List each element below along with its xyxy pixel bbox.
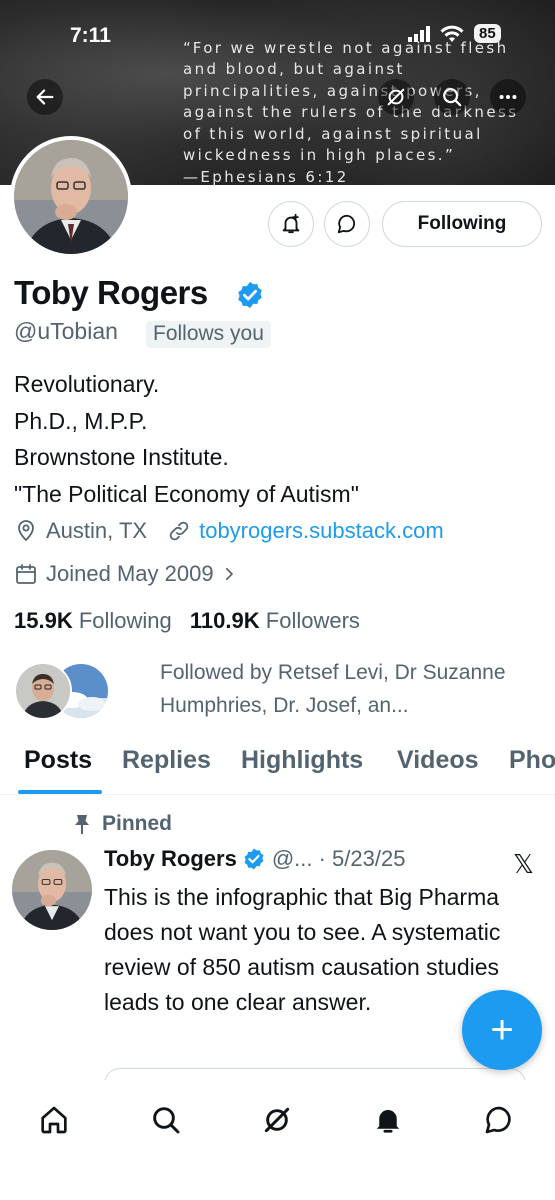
followers-label: Followers: [265, 608, 360, 633]
search-profile-button[interactable]: [434, 79, 470, 115]
verified-badge-icon: [238, 281, 262, 309]
following-label: Following: [78, 608, 172, 633]
bell-icon: [376, 1110, 400, 1133]
back-arrow-icon: [36, 89, 54, 105]
status-time: 7:11: [70, 24, 111, 47]
chat-bubble-icon: [337, 214, 356, 234]
nav-search[interactable]: [146, 1100, 186, 1140]
tab-replies[interactable]: Replies: [122, 746, 211, 775]
battery-indicator: 85: [474, 24, 501, 43]
bio-line: Ph.D., M.P.P.: [14, 407, 148, 434]
follower-avatar[interactable]: [14, 662, 72, 720]
grok-icon: [387, 88, 405, 106]
post-meta: @... · 5/23/25: [271, 846, 406, 871]
active-tab-indicator: [18, 790, 102, 794]
pinned-indicator: Pinned: [72, 812, 172, 836]
cellular-signal-icon: [408, 25, 430, 42]
bottom-navigation: [0, 1080, 555, 1200]
post-header: Toby Rogers @... · 5/23/25: [104, 846, 405, 872]
following-button[interactable]: Following: [382, 201, 542, 247]
grok-button[interactable]: [378, 79, 414, 115]
chevron-right-icon: [225, 567, 233, 581]
bio-line: Brownstone Institute.: [14, 444, 229, 470]
profile-handle: @uTobian: [14, 318, 118, 344]
x-logo-icon: 𝕏: [513, 849, 534, 879]
bio-line: Revolutionary.: [14, 371, 160, 397]
tab-photos[interactable]: Pho: [509, 746, 555, 775]
home-icon: [41, 1106, 67, 1134]
follow-counts: 15.9K Following 110.9K Followers: [14, 608, 360, 634]
avatar-photo: [14, 140, 128, 254]
banner-quote-reference: —Ephesians 6:12: [183, 167, 349, 186]
profile-location: Austin, TX: [46, 518, 148, 543]
location-pin-icon: [18, 520, 34, 542]
search-icon: [153, 1107, 180, 1134]
post-text: This is the infographic that Big Pharma …: [104, 884, 501, 1015]
calendar-icon: [16, 564, 36, 584]
followers-count: 110.9K: [189, 608, 260, 633]
follower-avatar-photo: [16, 664, 70, 718]
followed-by-text[interactable]: Followed by Retsef Levi, Dr Suzanne Hump…: [160, 656, 550, 722]
post-avatar-photo: [12, 850, 92, 930]
search-icon: [443, 88, 462, 107]
followers-count-link[interactable]: 110.9K Followers: [190, 608, 360, 633]
link-icon: [169, 521, 189, 541]
post-author-name[interactable]: Toby Rogers: [104, 846, 237, 872]
tab-highlights[interactable]: Highlights: [241, 746, 363, 775]
profile-joined-date: Joined May 2009: [46, 561, 214, 586]
post-author-avatar[interactable]: [12, 850, 92, 930]
pin-icon: [75, 815, 89, 834]
verified-badge-icon: [244, 848, 264, 870]
message-button[interactable]: [324, 201, 370, 247]
nav-home[interactable]: [34, 1100, 74, 1140]
bio-line: "The Political Economy of Autism": [14, 480, 359, 507]
nav-grok[interactable]: [257, 1100, 297, 1140]
profile-website-link[interactable]: tobyrogers.substack.com: [199, 518, 444, 544]
compose-button[interactable]: +: [462, 990, 542, 1070]
grok-icon: [264, 1107, 290, 1133]
profile-joined-row[interactable]: Joined May 2009: [14, 561, 238, 587]
profile-name: Toby Rogers: [14, 274, 208, 311]
back-button[interactable]: [27, 79, 63, 115]
tab-videos[interactable]: Videos: [397, 746, 479, 775]
profile-bio: Revolutionary. Ph.D., M.P.P. Brownstone …: [14, 366, 359, 512]
more-dots-icon: [499, 94, 517, 100]
following-count-link[interactable]: 15.9K Following: [14, 608, 172, 633]
nav-messages[interactable]: [479, 1100, 519, 1140]
nav-notifications[interactable]: [368, 1100, 408, 1140]
following-count: 15.9K: [14, 608, 73, 633]
status-icons: 85: [408, 24, 501, 43]
more-options-button[interactable]: [490, 79, 526, 115]
follows-you-badge: Follows you: [146, 321, 271, 348]
bell-plus-icon: [282, 213, 300, 234]
pinned-label: Pinned: [102, 812, 173, 835]
chat-bubble-icon: [485, 1106, 511, 1134]
profile-tabs: Posts Replies Highlights Videos Pho: [0, 740, 555, 795]
profile-avatar[interactable]: [10, 136, 132, 258]
tab-posts[interactable]: Posts: [24, 746, 92, 775]
profile-meta-row: Austin, TX tobyrogers.substack.com: [14, 518, 444, 544]
notifications-button[interactable]: [268, 201, 314, 247]
wifi-icon: [440, 25, 464, 42]
